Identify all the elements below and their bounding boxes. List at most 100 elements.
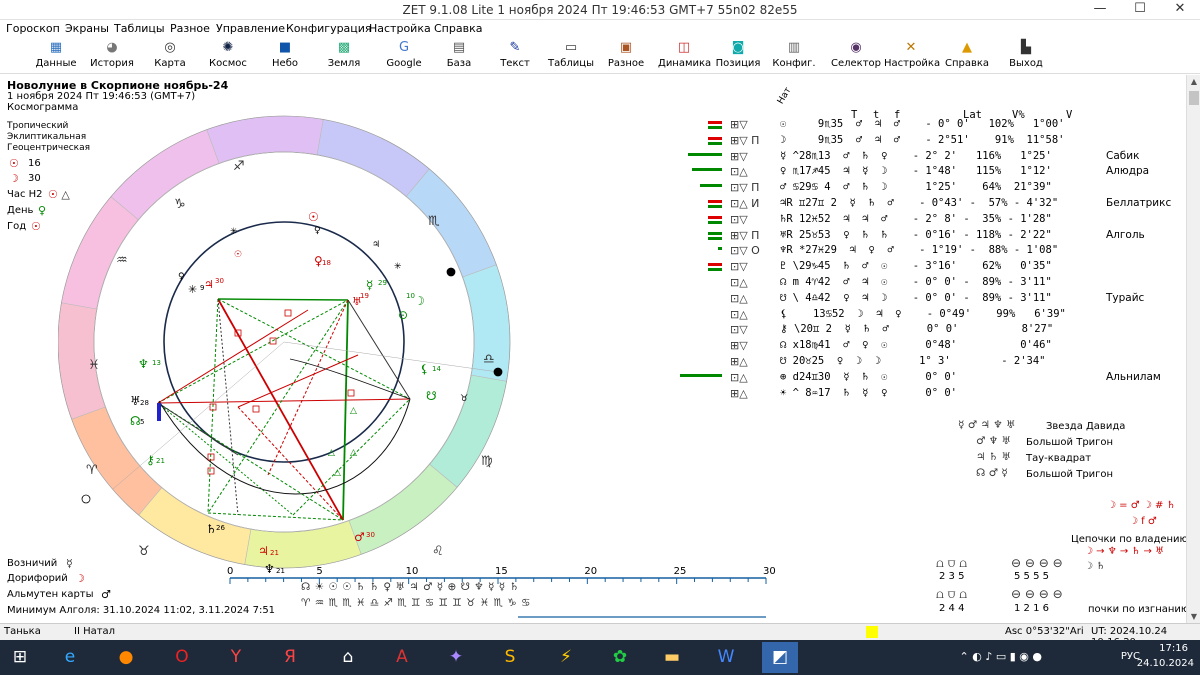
word-icon[interactable]: W bbox=[708, 642, 744, 673]
table-row[interactable]: ⊡△ ⊕ d24♊30 ☿ ♄ ☉ 0° 0' Альнилам bbox=[680, 371, 1180, 387]
maximize-button[interactable]: ☐ bbox=[1120, 0, 1160, 20]
zet-active-icon[interactable]: ◩ bbox=[762, 642, 798, 673]
table-row[interactable]: ⊡▽ ♇ \29♑45 ♄ ♂ ☉ - 3°16' 62% 0'35" bbox=[680, 260, 1180, 276]
menu-settings[interactable]: Настройка bbox=[369, 22, 431, 35]
vertical-scrollbar[interactable]: ▲ ▼ bbox=[1186, 75, 1200, 623]
table-row[interactable]: ⊞▽ ☊ x18♍41 ♂ ♀ ☉ 0°48' 0'46" bbox=[680, 339, 1180, 355]
app-green-icon[interactable]: ✿ bbox=[602, 642, 638, 673]
toolbar-button-cosmos[interactable]: ✺ Космос bbox=[206, 39, 250, 73]
sky-icon: ■ bbox=[278, 40, 292, 55]
planet-south-node-icon[interactable]: ☋ bbox=[426, 389, 437, 403]
scroll-up-icon[interactable]: ▲ bbox=[1187, 77, 1200, 86]
planet-sun-icon[interactable]: ☉ bbox=[308, 210, 319, 224]
cosmogram-wheel[interactable]: ♈♓♒♑♐♏♎♍♌♋♊♉ △△△△ ☉♀☿♅☽⊙♃✳♆♅☊⚷♄♃♆⊕♂⚸☋♉✳♀… bbox=[58, 115, 518, 575]
aspect-triangle-icon: △ bbox=[334, 468, 341, 478]
toolbar-button-tables[interactable]: ▭ Таблицы bbox=[547, 39, 595, 73]
planet-part-of-fortune-icon[interactable]: ♃ bbox=[204, 278, 214, 291]
table-row[interactable]: ⊡▽ П ♂ ♋29♋ 4 ♂ ♄ ☽ 1°25' 64% 21°39" bbox=[680, 181, 1180, 197]
yandex-icon[interactable]: Я bbox=[272, 642, 308, 673]
toolbar-button-data[interactable]: ▦ Данные bbox=[34, 39, 78, 73]
planet-small-venus-icon[interactable]: ♀ bbox=[178, 272, 185, 282]
aspect-icons: ⊡△ bbox=[730, 307, 748, 321]
firefox-icon[interactable]: ● bbox=[108, 642, 144, 673]
planet-mercury-icon[interactable]: ☿ bbox=[366, 278, 373, 292]
app-s-icon[interactable]: S bbox=[492, 642, 528, 673]
toolbar-button-misc[interactable]: ▣ Разное bbox=[604, 39, 648, 73]
toolbar-button-position[interactable]: ◙ Позиция bbox=[715, 39, 761, 73]
table-row[interactable]: ⊡▽ ♄R 12♓52 ♃ ♃ ♂ - 2° 8' - 35% - 1'28" bbox=[680, 213, 1180, 229]
tray-time[interactable]: 17:16 bbox=[1159, 643, 1188, 654]
table-row[interactable]: ⊡△ ⚸ 13♋52 ☽ ♃ ♀ - 0°49' 99% 6'39" bbox=[680, 308, 1180, 324]
table-row[interactable]: ⊡△ ♀ ♏17♐45 ♃ ☿ ☽ - 1°48' 115% 1°12' Алюдр… bbox=[680, 165, 1180, 181]
toolbar-button-settings[interactable]: ✕ Настройка bbox=[884, 39, 940, 73]
table-row[interactable]: ⊡△ ☋ \ 4♎42 ♀ ♃ ☽ - 0° 0' - 89% - 3'11" Ту… bbox=[680, 292, 1180, 308]
planet-lilith-icon[interactable]: ⚸ bbox=[420, 362, 429, 376]
menu-help[interactable]: Справка bbox=[434, 22, 482, 35]
planet-small-sun-icon[interactable]: ☉ bbox=[234, 250, 242, 260]
app-astro-icon[interactable]: ✦ bbox=[438, 642, 474, 673]
menu-tables[interactable]: Таблицы bbox=[114, 22, 165, 35]
planet-neptune-icon[interactable]: ♆ bbox=[138, 357, 149, 371]
planet-small-venus-2-icon[interactable]: ♀ bbox=[314, 226, 321, 236]
planet-asc-point-icon[interactable]: ⊙ bbox=[398, 308, 408, 322]
opera-icon[interactable]: O bbox=[164, 642, 200, 673]
minimize-button[interactable]: — bbox=[1080, 0, 1120, 20]
toolbar-button-base[interactable]: ▤ База bbox=[441, 39, 477, 73]
menu-screens[interactable]: Экраны bbox=[65, 22, 109, 35]
tray-date[interactable]: 24.10.2024 bbox=[1137, 658, 1194, 669]
planet-jupiter-icon[interactable]: ♃ bbox=[258, 544, 269, 558]
menu-control[interactable]: Управление bbox=[216, 22, 285, 35]
vozn-label: Возничий bbox=[7, 558, 58, 569]
planet-small-jupiter-icon[interactable]: ♃ bbox=[372, 240, 380, 250]
toolbar-button-selector[interactable]: ◉ Селектор bbox=[830, 39, 882, 73]
menu-config[interactable]: Конфигурация bbox=[286, 22, 372, 35]
ie-icon[interactable]: e bbox=[52, 642, 88, 673]
toolbar-button-earth[interactable]: ▩ Земля bbox=[324, 39, 364, 73]
close-button[interactable]: ✕ bbox=[1160, 0, 1200, 20]
planet-small-sign-icon[interactable]: ♉ bbox=[460, 394, 468, 404]
menu-misc[interactable]: Разное bbox=[170, 22, 210, 35]
table-row[interactable]: ⊞▽ ☿ ^28♏13 ♂ ♄ ♀ - 2° 2' 116% 1°25' Сабик bbox=[680, 150, 1180, 166]
planet-star-mark-icon[interactable]: ✳ bbox=[230, 227, 238, 237]
toolbar-button-google[interactable]: G Google bbox=[380, 39, 428, 73]
start-icon[interactable]: ⊞ bbox=[2, 642, 38, 673]
yandex-browser-icon[interactable]: Y bbox=[218, 642, 254, 673]
planet-mars-icon[interactable]: ♂ bbox=[354, 530, 365, 544]
table-row[interactable]: ⊞△ ☋ 20♉25 ♀ ☽ ☽ 1° 3' - 2'34" bbox=[680, 355, 1180, 371]
folder-icon[interactable]: ▬ bbox=[654, 642, 690, 673]
toolbar-button-sky[interactable]: ■ Небо bbox=[267, 39, 303, 73]
table-row[interactable]: ⊞▽ П ♅R 25♉53 ♀ ♄ ♄ - 0°16' - 118% - 2'22… bbox=[680, 229, 1180, 245]
planet-small-star-icon[interactable]: ✳ bbox=[394, 262, 402, 272]
table-row[interactable]: ⊞▽ ☉ 9♏35 ♂ ♃ ♂ - 0° 0' 102% 1°00' bbox=[680, 118, 1180, 134]
toolbar-button-dynamics[interactable]: ◫ Динамика bbox=[658, 39, 711, 73]
table-row[interactable]: ⊞△ ☀ ^ 8♒17 ♄ ☿ ♀ 0° 0' bbox=[680, 387, 1180, 403]
app-house-icon[interactable]: ⌂ bbox=[330, 642, 366, 673]
menu-horoscope[interactable]: Гороскоп bbox=[6, 22, 60, 35]
tray-icons[interactable]: ⌃ ◐ ♪ ▭ ▮ ◉ ● bbox=[960, 650, 1042, 663]
table-row[interactable]: ⊡▽ ⚷ \20♊ 2 ☿ ♄ ♂ 0° 0' 8'27" bbox=[680, 323, 1180, 339]
strength-bar bbox=[680, 373, 722, 377]
ruler-tick-label: 25 bbox=[674, 566, 687, 577]
table-row[interactable]: ⊡△ ☊ m 4♈42 ♂ ♃ ☉ - 0° 0' - 89% - 3'11" bbox=[680, 276, 1180, 292]
planet-degree-label: 13 bbox=[152, 359, 161, 367]
toolbar-button-help[interactable]: ▲ Справка bbox=[945, 39, 989, 73]
toolbar-button-exit[interactable]: ▙ Выход bbox=[1006, 39, 1046, 73]
toolbar-button-history[interactable]: ◕ История bbox=[90, 39, 134, 73]
planet-moon-icon[interactable]: ☽ bbox=[414, 294, 425, 308]
planet-vertex-icon[interactable]: ✳ bbox=[188, 283, 197, 296]
toolbar-button-chart[interactable]: ◎ Карта bbox=[150, 39, 190, 73]
app-zet-icon[interactable]: ⚡ bbox=[548, 642, 584, 673]
table-row[interactable]: ⊡▽ О ♆R *27♓29 ♃ ♀ ♂ - 1°19' - 88% - 1'08… bbox=[680, 244, 1180, 260]
table-row[interactable]: ⊡△ И ♃R ♊27♊ 2 ☿ ♄ ♂ - 0°43' - 57% - 4'32… bbox=[680, 197, 1180, 213]
app-a-icon[interactable]: A bbox=[384, 642, 420, 673]
zodiac-sign-icon: ♑ bbox=[174, 197, 186, 212]
toolbar-button-text[interactable]: ✎ Текст bbox=[495, 39, 535, 73]
scroll-thumb[interactable] bbox=[1189, 91, 1199, 105]
zodiac-sign-icon: ♎ bbox=[483, 352, 495, 367]
toolbar-label: Разное bbox=[607, 58, 645, 69]
table-row[interactable]: ⊞▽ П ☽ 9♏35 ♂ ♃ ♂ - 2°51' 91% 11°58' bbox=[680, 134, 1180, 150]
planet-chiron-icon[interactable]: ⚷ bbox=[146, 453, 155, 467]
scroll-down-icon[interactable]: ▼ bbox=[1187, 612, 1200, 621]
toolbar-button-config[interactable]: ▥ Конфиг. bbox=[772, 39, 816, 73]
dignity-icons-right-2: ⊖ ⊖ ⊖ ⊖ bbox=[1011, 587, 1063, 601]
